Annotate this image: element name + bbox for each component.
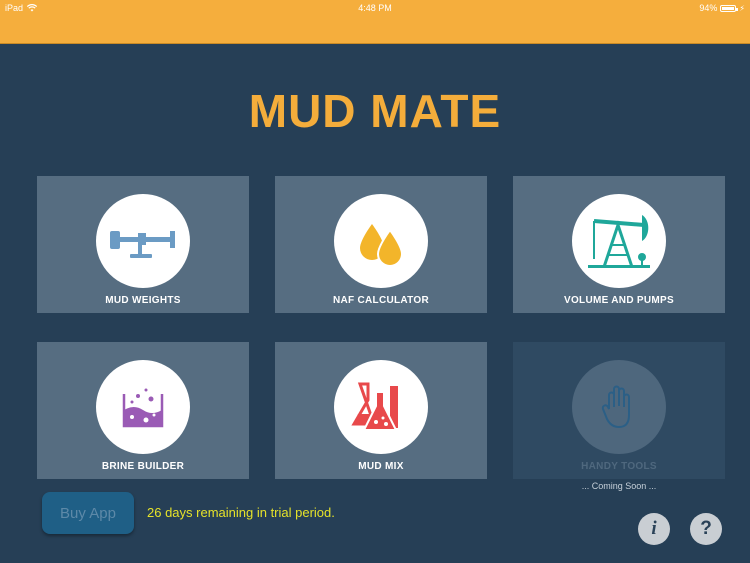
help-button[interactable]: ? [690, 513, 722, 545]
trial-period-text: 26 days remaining in trial period. [147, 505, 335, 520]
volume-and-pumps-tile[interactable]: VOLUME AND PUMPS [513, 176, 725, 313]
volume-and-pumps-label: VOLUME AND PUMPS [564, 295, 674, 306]
status-time: 4:48 PM [358, 3, 392, 13]
info-button[interactable]: i [638, 513, 670, 545]
handy-tools-label: HANDY TOOLS [581, 461, 657, 472]
naf-calculator-tile[interactable]: NAF CALCULATOR [275, 176, 487, 313]
naf-calculator-label: NAF CALCULATOR [332, 295, 430, 306]
mud-mix-label: MUD MIX [358, 461, 404, 472]
battery-icon [720, 4, 739, 12]
buy-app-button[interactable]: Buy App [42, 492, 134, 534]
flasks-icon [351, 382, 398, 431]
handy-tools-tile: HANDY TOOLS [513, 342, 725, 479]
charging-icon: ⚡ [739, 3, 745, 13]
beaker-icon [122, 388, 164, 428]
hand-icon [601, 385, 630, 429]
coming-soon-text: ... Coming Soon ... [581, 481, 657, 491]
app-title: MUD MATE [248, 85, 502, 137]
mud-weights-tile[interactable]: MUD WEIGHTS [37, 176, 249, 313]
pump-jack-icon [588, 215, 650, 268]
battery-percent: 94% [699, 3, 718, 13]
mud-weights-label: MUD WEIGHTS [105, 295, 181, 306]
mud-mix-tile[interactable]: MUD MIX [275, 342, 487, 479]
status-bar: iPad 4:48 PM 94% ⚡ [0, 0, 750, 44]
brine-builder-tile[interactable]: BRINE BUILDER [37, 342, 249, 479]
oil-drops-icon [360, 224, 404, 266]
mud-balance-icon [110, 231, 175, 258]
brine-builder-label: BRINE BUILDER [101, 461, 185, 472]
